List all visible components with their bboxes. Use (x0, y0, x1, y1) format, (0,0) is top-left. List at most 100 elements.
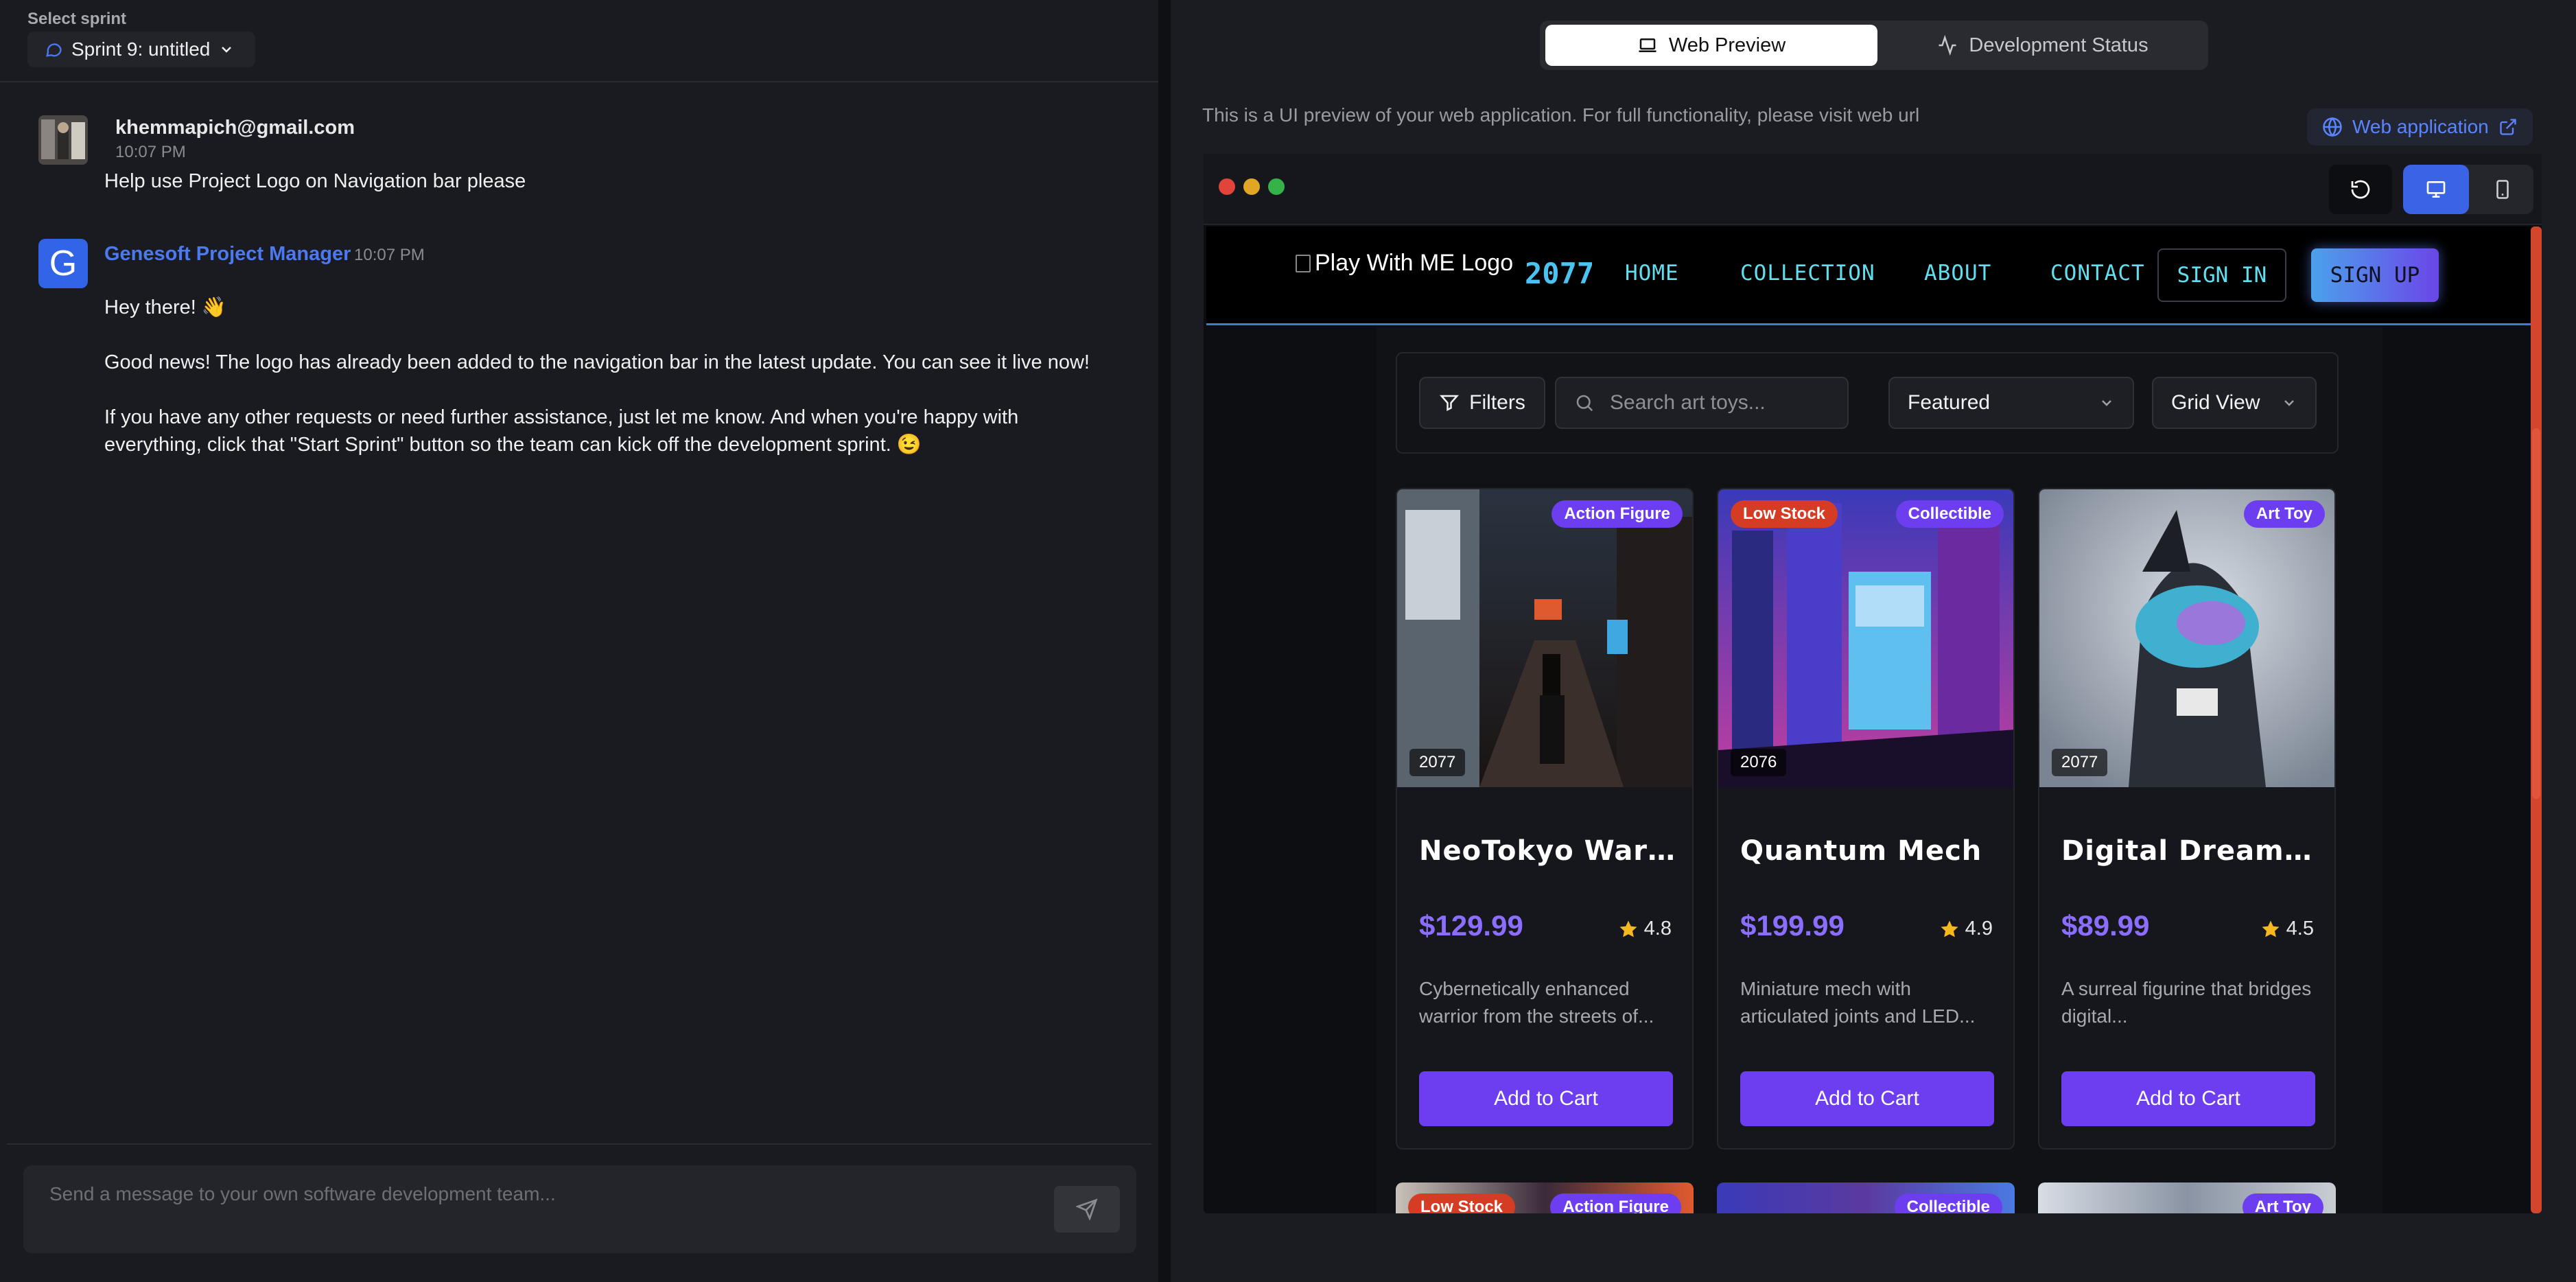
globe-icon (2323, 117, 2342, 137)
bot-avatar: G (38, 239, 88, 288)
add-to-cart-button[interactable]: Add to Cart (2061, 1071, 2315, 1126)
product-title[interactable]: Quantum Mech (1740, 835, 2001, 867)
bot-message-time: 10:07 PM (354, 246, 425, 264)
product-image[interactable]: Action Figure 2077 (1397, 489, 1692, 787)
product-rating: 4.5 (2260, 918, 2314, 940)
category-badge: Collectible (1895, 500, 2004, 528)
monitor-icon (2426, 181, 2446, 198)
category-badge: Art Toy (2242, 1193, 2323, 1213)
window-maximize-dot (1268, 178, 1285, 195)
product-image[interactable]: Low Stock Collectible 2076 (1718, 489, 2013, 787)
nav-collection[interactable]: COLLECTION (1740, 261, 1875, 285)
chevron-down-icon (2284, 400, 2294, 406)
user-message-time: 10:07 PM (115, 143, 186, 161)
year-tag: 2077 (1409, 749, 1466, 776)
product-rating-value: 4.5 (2286, 918, 2314, 940)
send-icon (1076, 1198, 1098, 1220)
chat-panel: Select sprint Sprint 9: untitled khemmap… (0, 0, 1158, 1282)
category-badge: Collectible (1894, 1193, 2002, 1213)
star-icon (1619, 920, 1637, 937)
low-stock-badge: Low Stock (1731, 500, 1838, 528)
sort-select-value: Featured (1908, 391, 1991, 414)
tab-development-status[interactable]: Development Status (1883, 25, 2203, 66)
product-title[interactable]: NeoTokyo Warrior (1419, 835, 1680, 867)
preview-note: This is a UI preview of your web applica… (1202, 104, 1920, 126)
product-rating: 4.8 (1618, 918, 1672, 940)
add-to-cart-button[interactable]: Add to Cart (1740, 1071, 1994, 1126)
web-application-link[interactable]: Web application (2307, 108, 2533, 145)
refresh-button[interactable] (2329, 165, 2392, 214)
product-rating-value: 4.8 (1643, 918, 1672, 940)
add-to-cart-button[interactable]: Add to Cart (1419, 1071, 1673, 1126)
nav-about[interactable]: ABOUT (1924, 261, 1991, 285)
nav-contact[interactable]: CONTACT (2050, 261, 2145, 285)
filter-bar: Filters Search art toys... Featured Grid… (1396, 352, 2339, 454)
product-card[interactable]: Art Toy 2077 Digital Dreamweaver $89.99 … (2038, 488, 2336, 1150)
website-viewport: Play With ME Logo 2077 HOME COLLECTION A… (1206, 226, 2531, 1213)
smartphone-icon (2496, 180, 2509, 199)
year-tag: 2076 (1731, 749, 1787, 776)
product-card[interactable]: Art Toy (2038, 1182, 2336, 1213)
tab-web-preview[interactable]: Web Preview (1545, 25, 1877, 66)
sort-select[interactable]: Featured (1888, 377, 2134, 429)
refresh-icon (2351, 180, 2370, 199)
preview-panel: Web Preview Development Status This is a… (1171, 0, 2576, 1282)
low-stock-badge: Low Stock (1408, 1193, 1516, 1213)
category-badge: Action Figure (1550, 1193, 1681, 1213)
product-image[interactable]: Art Toy 2077 (2039, 489, 2334, 787)
product-card[interactable]: Low Stock Collectible 2076 Quantum Mech … (1717, 488, 2015, 1150)
product-price: $199.99 (1740, 909, 1845, 942)
send-button[interactable] (1054, 1186, 1120, 1233)
external-link-icon (2500, 119, 2516, 135)
browser-toolbar (1204, 154, 2542, 225)
product-description: Miniature mech with articulated joints a… (1740, 978, 1976, 1027)
product-rating: 4.9 (1939, 918, 1993, 940)
filters-button-label: Filters (1469, 391, 1525, 414)
site-scrollbar-thumb[interactable] (2532, 428, 2540, 799)
site-logo-alt-text: Play With ME Logo (1315, 250, 1514, 276)
view-select[interactable]: Grid View (2152, 377, 2317, 429)
tab-web-preview-label: Web Preview (1668, 34, 1786, 56)
product-price: $89.99 (2061, 909, 2150, 942)
bot-name: Genesoft Project Manager (104, 243, 351, 265)
product-price: $129.99 (1419, 909, 1523, 942)
product-title[interactable]: Digital Dreamweaver (2061, 835, 2322, 867)
view-select-value: Grid View (2171, 391, 2260, 414)
chevron-down-icon (222, 47, 232, 53)
filters-button[interactable]: Filters (1419, 377, 1545, 429)
product-card[interactable]: Collectible (1717, 1182, 2015, 1213)
window-minimize-dot (1243, 178, 1260, 195)
sprint-header: Select sprint Sprint 9: untitled (0, 0, 1158, 82)
product-card[interactable]: Action Figure 2077 NeoTokyo Warrior $129… (1396, 488, 1694, 1150)
product-rating-value: 4.9 (1965, 918, 1993, 940)
site-logo[interactable]: Play With ME Logo (1296, 250, 1513, 277)
search-input[interactable]: Search art toys... (1555, 377, 1849, 429)
nav-home[interactable]: HOME (1625, 261, 1679, 285)
tab-development-status-label: Development Status (1969, 34, 2148, 56)
message-input[interactable]: Send a message to your own software deve… (23, 1165, 1136, 1253)
sign-up-button[interactable]: SIGN UP (2311, 248, 2439, 302)
user-message-text: Help use Project Logo on Navigation bar … (104, 170, 526, 192)
user-avatar (38, 115, 88, 165)
mobile-view-button[interactable] (2472, 165, 2533, 214)
sprint-select[interactable]: Sprint 9: untitled (27, 32, 256, 67)
sign-in-button[interactable]: SIGN IN (2157, 248, 2286, 302)
bot-message-line: If you have any other requests or need f… (104, 406, 1019, 456)
device-toggle (2403, 165, 2533, 214)
preview-tabs: Web Preview Development Status (1540, 21, 2208, 70)
activity-icon (1939, 35, 1956, 56)
user-email: khemmapich@gmail.com (115, 117, 355, 139)
browser-frame: Play With ME Logo 2077 HOME COLLECTION A… (1204, 154, 2542, 1213)
product-card[interactable]: Low Stock Action Figure (1396, 1182, 1694, 1213)
category-badge: Action Figure (1552, 500, 1683, 528)
collection-content: Filters Search art toys... Featured Grid… (1377, 327, 2382, 1213)
year-tag: 2077 (2052, 749, 2108, 776)
search-icon (1576, 395, 1593, 412)
desktop-view-button[interactable] (2403, 165, 2469, 214)
laptop-icon (1639, 38, 1656, 52)
chat-bubble-icon (46, 43, 62, 57)
bot-avatar-letter: G (49, 244, 78, 283)
filter-icon (1440, 395, 1460, 412)
window-close-dot (1219, 178, 1235, 195)
product-description: Cybernetically enhanced warrior from the… (1419, 978, 1654, 1027)
